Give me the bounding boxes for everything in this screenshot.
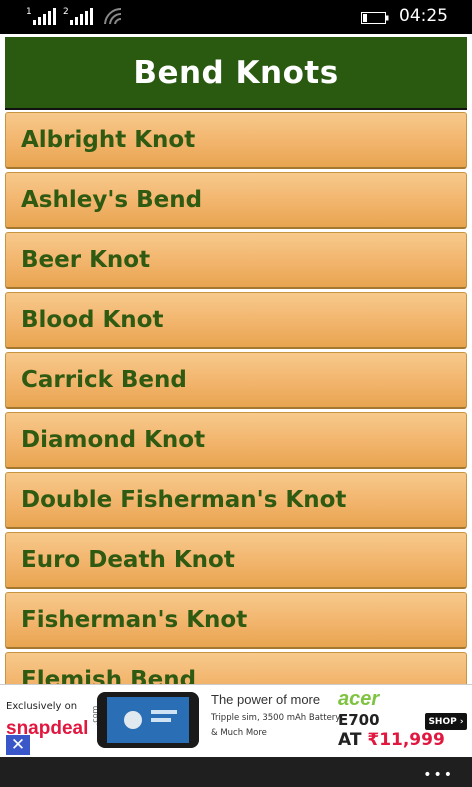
phone-image [97,692,199,748]
page-title: Bend Knots [133,54,339,91]
ad-spec-line1: Tripple sim, 3500 mAh Battery [211,713,341,723]
price-prefix: AT [338,730,368,750]
list-item-fishermans-knot[interactable]: Fisherman's Knot [5,592,467,649]
list-item-blood-knot[interactable]: Blood Knot [5,292,467,349]
list-item-label: Diamond Knot [21,427,206,453]
battery-icon [361,12,389,24]
app-page: Bend Knots Albright Knot Ashley's Bend B… [0,34,472,684]
list-item-albright-knot[interactable]: Albright Knot [5,112,467,169]
list-item-carrick-bend[interactable]: Carrick Bend [5,352,467,409]
list-item-ashleys-bend[interactable]: Ashley's Bend [5,172,467,229]
price-value: ₹11,999 [367,730,445,750]
clock: 04:25 [399,6,448,26]
list-item-label: Albright Knot [21,127,196,153]
signal-sim2-icon: 2 [63,7,95,25]
shop-button[interactable]: SHOP › [425,713,467,730]
page-header: Bend Knots [5,37,467,110]
ad-tagline: The power of more [211,692,321,707]
ad-price: AT ₹11,999 [338,730,445,750]
close-icon[interactable]: ✕ [5,734,31,756]
list-item-label: Fisherman's Knot [21,607,248,633]
ad-banner[interactable]: Exclusively on snapdeal .com The power o… [0,684,472,757]
more-icon[interactable]: ••• [423,767,454,783]
list-item-label: Carrick Bend [21,367,187,393]
list-item-label: Double Fisherman's Knot [21,487,347,513]
list-item-label: Blood Knot [21,307,164,333]
list-item-label: Euro Death Knot [21,547,235,573]
signal-sim1-icon: 1 [26,7,58,25]
app-bar: ••• [0,757,472,787]
list-item-label: Beer Knot [21,247,151,273]
list-item-label: Ashley's Bend [21,187,203,213]
ad-exclusive-text: Exclusively on [6,701,78,712]
ad-model: E700 [338,711,380,729]
list-item-diamond-knot[interactable]: Diamond Knot [5,412,467,469]
status-bar: 1 2 04:25 [0,0,472,34]
list-item-euro-death-knot[interactable]: Euro Death Knot [5,532,467,589]
sim1-label: 1 [26,7,32,17]
knot-list[interactable]: Albright Knot Ashley's Bend Beer Knot Bl… [5,112,467,684]
list-item-flemish-bend[interactable]: Flemish Bend [5,652,467,684]
sim2-label: 2 [63,7,69,17]
list-item-label: Flemish Bend [21,667,197,684]
wifi-icon [104,7,122,25]
ad-spec-line2: & Much More [211,728,267,738]
acer-logo: acer [338,688,380,710]
list-item-double-fishermans-knot[interactable]: Double Fisherman's Knot [5,472,467,529]
list-item-beer-knot[interactable]: Beer Knot [5,232,467,289]
